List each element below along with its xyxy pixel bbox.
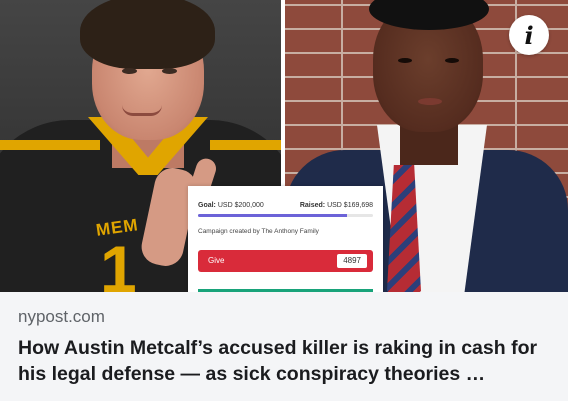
shoulder-stripe (210, 140, 281, 150)
info-icon: i (524, 20, 534, 50)
info-button[interactable]: i (509, 15, 549, 55)
goal-label: Goal: (198, 202, 216, 209)
give-label: Give (208, 256, 225, 265)
article-headline[interactable]: How Austin Metcalf’s accused killer is r… (18, 335, 558, 387)
mouth (122, 105, 162, 116)
jersey-number: 1 (100, 232, 137, 292)
raised-value: USD $169,698 (327, 202, 373, 209)
goal-text: Goal: USD $200,000 (198, 202, 264, 209)
eye (445, 58, 459, 63)
give-count: 4897 (337, 254, 367, 268)
goal-value: USD $200,000 (217, 202, 264, 209)
hair (80, 0, 215, 69)
news-card[interactable]: MEM 1 i Goal: USD $200,000 Raised: USD $… (0, 0, 568, 401)
eye (122, 68, 137, 74)
campaign-creator: Campaign created by The Anthony Family (198, 228, 319, 235)
eye (398, 58, 412, 63)
green-strip (198, 289, 373, 292)
raised-text: Raised: USD $169,698 (300, 202, 373, 209)
fundraiser-panel: Goal: USD $200,000 Raised: USD $169,698 … (188, 186, 383, 292)
progress-fill (198, 214, 347, 217)
eye (162, 68, 177, 74)
article-source[interactable]: nypost.com (18, 307, 105, 327)
mouth (418, 98, 442, 105)
hero-image[interactable]: MEM 1 i Goal: USD $200,000 Raised: USD $… (0, 0, 568, 292)
give-button[interactable]: Give 4897 (198, 250, 373, 272)
shoulder-stripe (0, 140, 100, 150)
raised-label: Raised: (299, 202, 326, 209)
progress-bar (198, 214, 373, 217)
